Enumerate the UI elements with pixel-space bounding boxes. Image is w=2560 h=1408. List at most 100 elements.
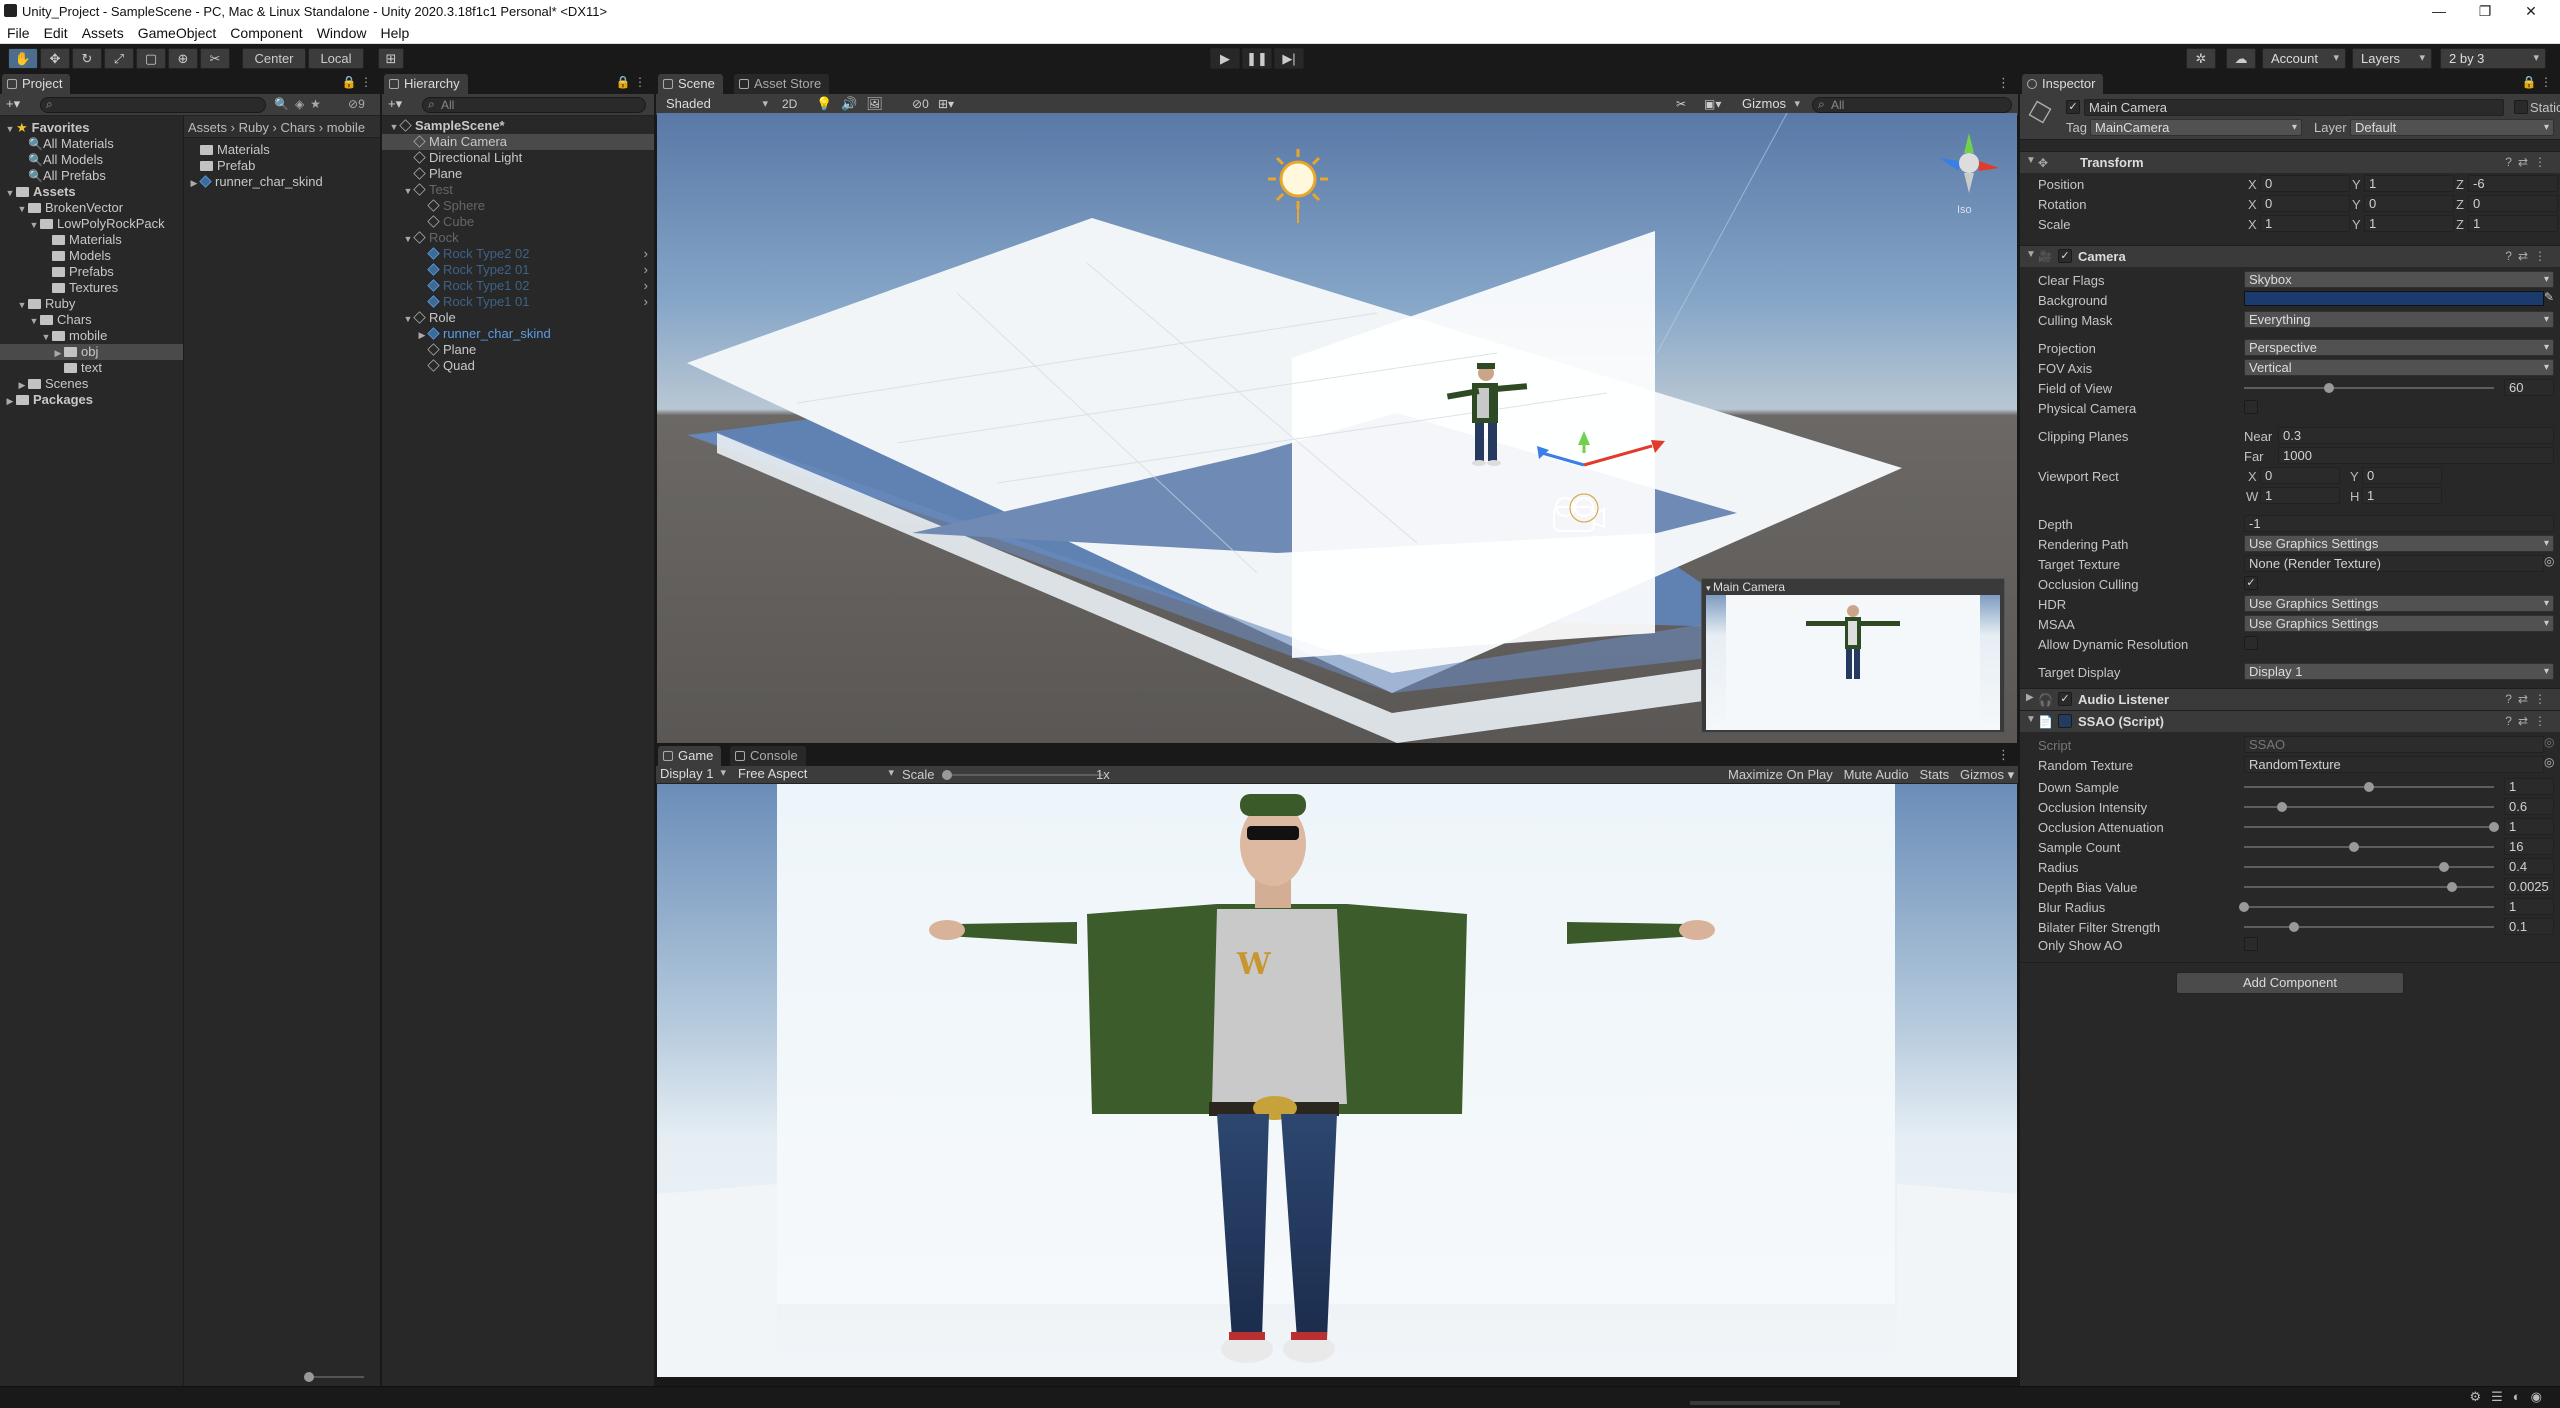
file-item-prefab[interactable]: Prefab <box>200 158 255 174</box>
ssao-param-field[interactable]: 0.6 <box>2504 798 2554 815</box>
panel-menu-icon[interactable]: ⋮ <box>1997 75 2010 91</box>
file-item-materials[interactable]: Materials <box>200 142 270 158</box>
background-color-swatch[interactable] <box>2244 291 2544 306</box>
project-tree-item[interactable]: ▼ mobile <box>0 328 183 344</box>
close-button[interactable]: ✕ <box>2508 0 2554 22</box>
breadcrumb-assets[interactable]: Assets <box>188 120 227 135</box>
clear-flags-dropdown[interactable]: Skybox <box>2244 271 2554 288</box>
fov-field[interactable]: 60 <box>2504 379 2554 396</box>
rotation-x-field[interactable]: 0 <box>2260 195 2350 212</box>
position-z-field[interactable]: -6 <box>2468 175 2558 192</box>
ssao-param-field[interactable]: 0.0025 <box>2504 878 2554 895</box>
expand-arrow-icon[interactable]: ▶ <box>16 377 28 393</box>
layers-dropdown[interactable]: Layers <box>2352 48 2432 69</box>
hierarchy-item[interactable]: Plane <box>382 342 654 358</box>
hierarchy-item[interactable]: Rock Type2 01 › <box>382 262 654 278</box>
hidden-packages-count[interactable]: ⊘9 <box>348 97 365 111</box>
filter-icons[interactable]: 🔍◈★ <box>274 97 327 111</box>
ssao-param-slider-knob[interactable] <box>2239 902 2249 912</box>
ssao-param-slider-knob[interactable] <box>2289 922 2299 932</box>
component-menu-icons[interactable]: ?⇄⋮ <box>2505 155 2552 169</box>
scene-search-input[interactable]: All <box>1812 97 2012 113</box>
ssao-param-slider[interactable] <box>2244 886 2494 888</box>
expand-arrow-icon[interactable]: ▼ <box>40 329 52 345</box>
project-tree-item[interactable]: ▼ LowPolyRockPack <box>0 216 183 232</box>
object-picker-icon[interactable]: ◎ <box>2544 554 2554 568</box>
transform-header[interactable]: ▼ ✥ Transform ?⇄⋮ <box>2020 151 2560 173</box>
project-tree-item[interactable]: ▼ Chars <box>0 312 183 328</box>
scene-orientation-gizmo[interactable]: Iso <box>1939 133 1999 216</box>
project-tree-item[interactable]: ▼ ★ Favorites <box>0 120 183 136</box>
ssao-param-slider[interactable] <box>2244 926 2494 928</box>
move-tool-icon[interactable]: ✥ <box>40 48 70 69</box>
panel-menu-icon[interactable]: ⋮ <box>1997 747 2010 763</box>
layer-dropdown[interactable]: Default <box>2350 119 2554 136</box>
add-component-button[interactable]: Add Component <box>2176 972 2404 994</box>
tab-project[interactable]: Project <box>2 74 71 94</box>
account-dropdown[interactable]: Account <box>2262 48 2346 69</box>
hierarchy-item[interactable]: Rock Type1 01 › <box>382 294 654 310</box>
ssao-param-slider-knob[interactable] <box>2489 822 2499 832</box>
icon-size-slider[interactable] <box>304 1372 364 1382</box>
scene-view-toggles[interactable]: 💡🔊🖼 <box>816 96 892 112</box>
panel-menu-icon[interactable]: 🔒 ⋮ <box>616 75 646 89</box>
create-plus-icon[interactable]: +▾ <box>388 96 402 112</box>
component-menu-icons[interactable]: ?⇄⋮ <box>2505 692 2552 706</box>
ssao-param-slider-knob[interactable] <box>2446 882 2457 892</box>
display-dropdown[interactable]: Display 1 <box>658 766 732 783</box>
menu-component[interactable]: Component <box>223 22 309 41</box>
tab-inspector[interactable]: Inspector <box>2022 74 2104 94</box>
hierarchy-item[interactable]: ▼ Test <box>382 182 654 198</box>
eyedropper-icon[interactable]: ✎ <box>2544 290 2554 304</box>
aspect-dropdown[interactable]: Free Aspect <box>736 766 900 783</box>
ssao-enabled-checkbox[interactable] <box>2058 714 2072 728</box>
breadcrumb-ruby[interactable]: Ruby <box>239 120 269 135</box>
hierarchy-item[interactable]: Quad <box>382 358 654 374</box>
ssao-param-slider-knob[interactable] <box>2439 862 2449 872</box>
panel-menu-icon[interactable]: 🔒 ⋮ <box>342 75 372 89</box>
far-field[interactable]: 1000 <box>2278 447 2554 464</box>
ssao-param-slider[interactable] <box>2244 866 2494 868</box>
object-picker-icon[interactable]: ◎ <box>2544 755 2554 769</box>
camera-enabled-checkbox[interactable]: ✓ <box>2058 249 2072 263</box>
create-plus-icon[interactable]: +▾ <box>6 96 20 112</box>
breadcrumb-mobile[interactable]: mobile <box>327 120 365 135</box>
hand-tool-icon[interactable]: ✋ <box>8 48 38 69</box>
ssao-param-field[interactable]: 1 <box>2504 818 2554 835</box>
menu-help[interactable]: Help <box>373 22 416 41</box>
component-menu-icons[interactable]: ?⇄⋮ <box>2505 714 2552 728</box>
pause-button-icon[interactable]: ❚❚ <box>1242 48 1272 69</box>
static-checkbox[interactable] <box>2514 100 2528 114</box>
physical-camera-checkbox[interactable] <box>2244 400 2258 414</box>
fov-slider-knob[interactable] <box>2324 383 2334 393</box>
tab-asset-store[interactable]: Asset Store <box>734 74 830 94</box>
viewport-x-field[interactable]: 0 <box>2260 467 2340 484</box>
project-tree-item[interactable]: ▼ BrokenVector <box>0 200 183 216</box>
hierarchy-item[interactable]: Rock Type2 02 › <box>382 246 654 262</box>
rendering-path-dropdown[interactable]: Use Graphics Settings <box>2244 535 2554 552</box>
near-field[interactable]: 0.3 <box>2278 427 2554 444</box>
menu-gameobject[interactable]: GameObject <box>131 22 224 41</box>
expand-arrow-icon[interactable]: ▼ <box>388 119 400 135</box>
scale-z-field[interactable]: 1 <box>2468 215 2558 232</box>
hierarchy-item[interactable]: ▼ Role <box>382 310 654 326</box>
expand-arrow-icon[interactable]: ▼ <box>4 121 16 137</box>
only-show-ao-checkbox[interactable] <box>2244 937 2258 951</box>
scene-viewport[interactable]: Iso ▾ Main Camera <box>657 113 2017 743</box>
menu-edit[interactable]: Edit <box>37 22 75 41</box>
expand-arrow-icon[interactable]: ▼ <box>402 231 414 247</box>
hierarchy-item[interactable]: Rock Type1 02 › <box>382 278 654 294</box>
hierarchy-item[interactable]: Cube <box>382 214 654 230</box>
pivot-center-toggle[interactable]: Center <box>242 48 306 69</box>
msaa-dropdown[interactable]: Use Graphics Settings <box>2244 615 2554 632</box>
audio-listener-checkbox[interactable]: ✓ <box>2058 692 2072 706</box>
expand-arrow-icon[interactable]: ▶ <box>188 175 200 191</box>
game-viewport[interactable]: W <box>657 784 2017 1377</box>
expand-arrow-icon[interactable]: ▼ <box>28 313 40 329</box>
camera-header[interactable]: ▼ 🎥 ✓ Camera ?⇄⋮ <box>2020 245 2560 267</box>
minimize-button[interactable]: — <box>2416 0 2462 22</box>
fov-axis-dropdown[interactable]: Vertical <box>2244 359 2554 376</box>
mute-audio-toggle[interactable]: Mute Audio <box>1844 767 1909 782</box>
expand-arrow-icon[interactable]: ▼ <box>28 217 40 233</box>
ssao-header[interactable]: ▼ 📄 SSAO (Script) ?⇄⋮ <box>2020 710 2560 732</box>
